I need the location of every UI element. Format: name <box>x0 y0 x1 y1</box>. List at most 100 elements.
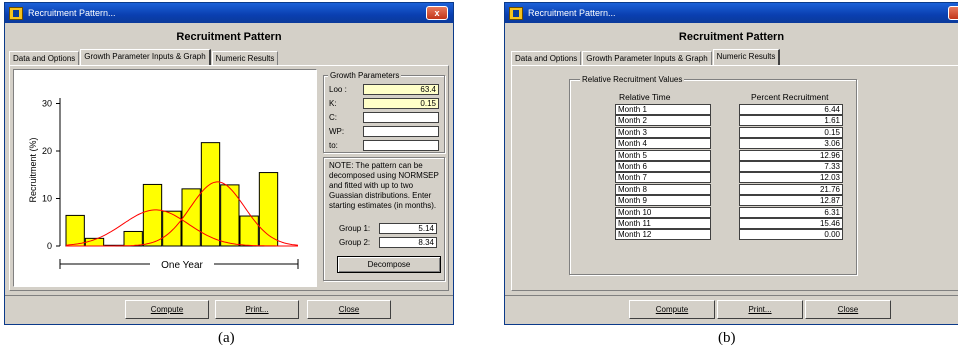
note-text: NOTE: The pattern can be decomposed usin… <box>329 161 439 210</box>
percent-recruitment-cell[interactable]: 1.61 <box>739 115 843 127</box>
recruitment-window-a: Recruitment Pattern... x Recruitment Pat… <box>4 2 454 325</box>
loo-label: Loo : <box>329 85 347 94</box>
group1-field[interactable]: 5.14 <box>379 223 437 234</box>
app-icon <box>9 6 23 20</box>
tab-label: Growth Parameter Inputs & Graph <box>84 52 206 61</box>
histogram-bar <box>162 210 182 247</box>
percent-recruitment-cell[interactable]: 0.15 <box>739 126 843 138</box>
loo-field[interactable]: 63.4 <box>363 84 439 95</box>
to-field[interactable] <box>363 140 439 151</box>
title-bar: Recruitment Pattern... <box>5 3 453 23</box>
page-title: Recruitment Pattern <box>176 31 282 43</box>
x-axis-label: One Year <box>161 260 203 271</box>
percent-recruitment-cell[interactable]: 0.00 <box>739 229 843 241</box>
percent-recruitment-cell[interactable]: 21.76 <box>739 183 843 195</box>
window-title: Recruitment Pattern... <box>28 8 116 18</box>
k-label: K: <box>329 99 337 108</box>
c-field[interactable] <box>363 112 439 123</box>
relative-time-cell: Month 10 <box>615 206 711 218</box>
group2-label: Group 2: <box>339 238 371 247</box>
close-button[interactable]: Close <box>805 300 891 319</box>
y-tick-label: 10 <box>42 194 52 204</box>
y-tick-label: 0 <box>47 241 52 251</box>
button-label: Close <box>338 305 360 314</box>
histogram-bar <box>239 215 259 247</box>
percent-recruitment-header: Percent Recruitment <box>751 92 829 102</box>
close-icon[interactable] <box>948 6 958 20</box>
tab-label: Growth Parameter Inputs & Graph <box>586 54 708 63</box>
relative-time-cell: Month 9 <box>615 195 711 207</box>
button-label: Compute <box>150 305 184 314</box>
decompose-button[interactable]: Decompose <box>337 256 441 273</box>
caption-a: (a) <box>218 330 235 346</box>
wp-field[interactable] <box>363 126 439 137</box>
relative-time-cell: Month 7 <box>615 172 711 184</box>
relative-time-cell: Month 2 <box>615 115 711 127</box>
relative-time-cell: Month 3 <box>615 126 711 138</box>
percent-recruitment-cell[interactable]: 12.96 <box>739 149 843 161</box>
recruitment-histogram: 30 20 10 0 Recruitment (%) One Year <box>28 98 299 271</box>
tab-strip: Data and Options Growth Parameter Inputs… <box>511 49 781 65</box>
tab-data-and-options[interactable]: Data and Options <box>511 51 582 65</box>
relative-time-cell: Month 5 <box>615 149 711 161</box>
relative-time-cell: Month 4 <box>615 138 711 150</box>
y-axis-label: Recruitment (%) <box>28 137 38 202</box>
caption-b: (b) <box>718 330 736 346</box>
close-icon[interactable]: x <box>426 6 448 20</box>
button-label: Close <box>837 305 859 314</box>
tab-strip: Data and Options Growth Parameter Inputs… <box>9 49 279 65</box>
histogram-bar <box>200 142 221 247</box>
button-label: Decompose <box>367 260 411 269</box>
recruitment-window-b: Recruitment Pattern... Recruitment Patte… <box>504 2 958 325</box>
y-tick-label: 30 <box>42 99 52 109</box>
compute-button[interactable]: Compute <box>125 300 209 319</box>
y-tick-label: 20 <box>42 146 52 156</box>
app-icon <box>509 6 523 20</box>
page-title: Recruitment Pattern <box>678 31 785 43</box>
print-button[interactable]: Print... <box>717 300 803 319</box>
button-label: Compute <box>655 305 689 314</box>
percent-recruitment-cell[interactable]: 15.46 <box>739 218 843 229</box>
wp-label: WP: <box>329 127 345 136</box>
chart-area: 30 20 10 0 Recruitment (%) One Year <box>13 69 317 287</box>
histogram-bar <box>142 183 163 247</box>
group-title: Relative Recruitment Values <box>580 75 685 84</box>
print-button[interactable]: Print... <box>215 300 299 319</box>
histogram-bar <box>220 184 240 247</box>
relative-time-cell: Month 1 <box>615 104 711 115</box>
to-label: to: <box>329 141 338 150</box>
percent-recruitment-cell[interactable]: 6.31 <box>739 206 843 218</box>
button-label: Print... <box>245 305 269 314</box>
close-button[interactable]: Close <box>307 300 391 319</box>
percent-recruitment-cell[interactable]: 12.03 <box>739 172 843 184</box>
percent-recruitment-cell[interactable]: 7.33 <box>739 161 843 172</box>
tab-label: Numeric Results <box>716 52 776 61</box>
c-label: C: <box>329 113 337 122</box>
histogram-bar <box>123 230 143 247</box>
relative-time-cell: Month 11 <box>615 218 711 229</box>
group2-field[interactable]: 8.34 <box>379 237 437 248</box>
relative-time-cell: Month 12 <box>615 229 711 241</box>
relative-time-cell: Month 6 <box>615 161 711 172</box>
tab-numeric-results[interactable]: Numeric Results <box>211 51 279 65</box>
k-field[interactable]: 0.15 <box>363 98 439 109</box>
tab-label: Data and Options <box>13 54 76 63</box>
tab-data-and-options[interactable]: Data and Options <box>9 51 80 65</box>
window-title: Recruitment Pattern... <box>528 8 616 18</box>
percent-recruitment-cell[interactable]: 6.44 <box>739 104 843 115</box>
tab-growth-parameter-inputs-graph[interactable]: Growth Parameter Inputs & Graph <box>80 49 211 65</box>
relative-time-cell: Month 8 <box>615 183 711 195</box>
histogram-bar <box>65 214 85 247</box>
relative-time-header: Relative Time <box>619 92 671 102</box>
tab-label: Data and Options <box>515 54 578 63</box>
compute-button[interactable]: Compute <box>629 300 715 319</box>
percent-recruitment-cell[interactable]: 3.06 <box>739 138 843 150</box>
tab-label: Numeric Results <box>215 54 275 63</box>
title-bar: Recruitment Pattern... <box>505 3 958 23</box>
tab-growth-parameter-inputs-graph[interactable]: Growth Parameter Inputs & Graph <box>582 51 712 65</box>
tab-numeric-results[interactable]: Numeric Results <box>712 49 781 65</box>
percent-recruitment-cell[interactable]: 12.87 <box>739 195 843 207</box>
button-label: Print... <box>748 305 772 314</box>
group1-label: Group 1: <box>339 224 371 233</box>
group-title: Growth Parameters <box>328 71 402 80</box>
